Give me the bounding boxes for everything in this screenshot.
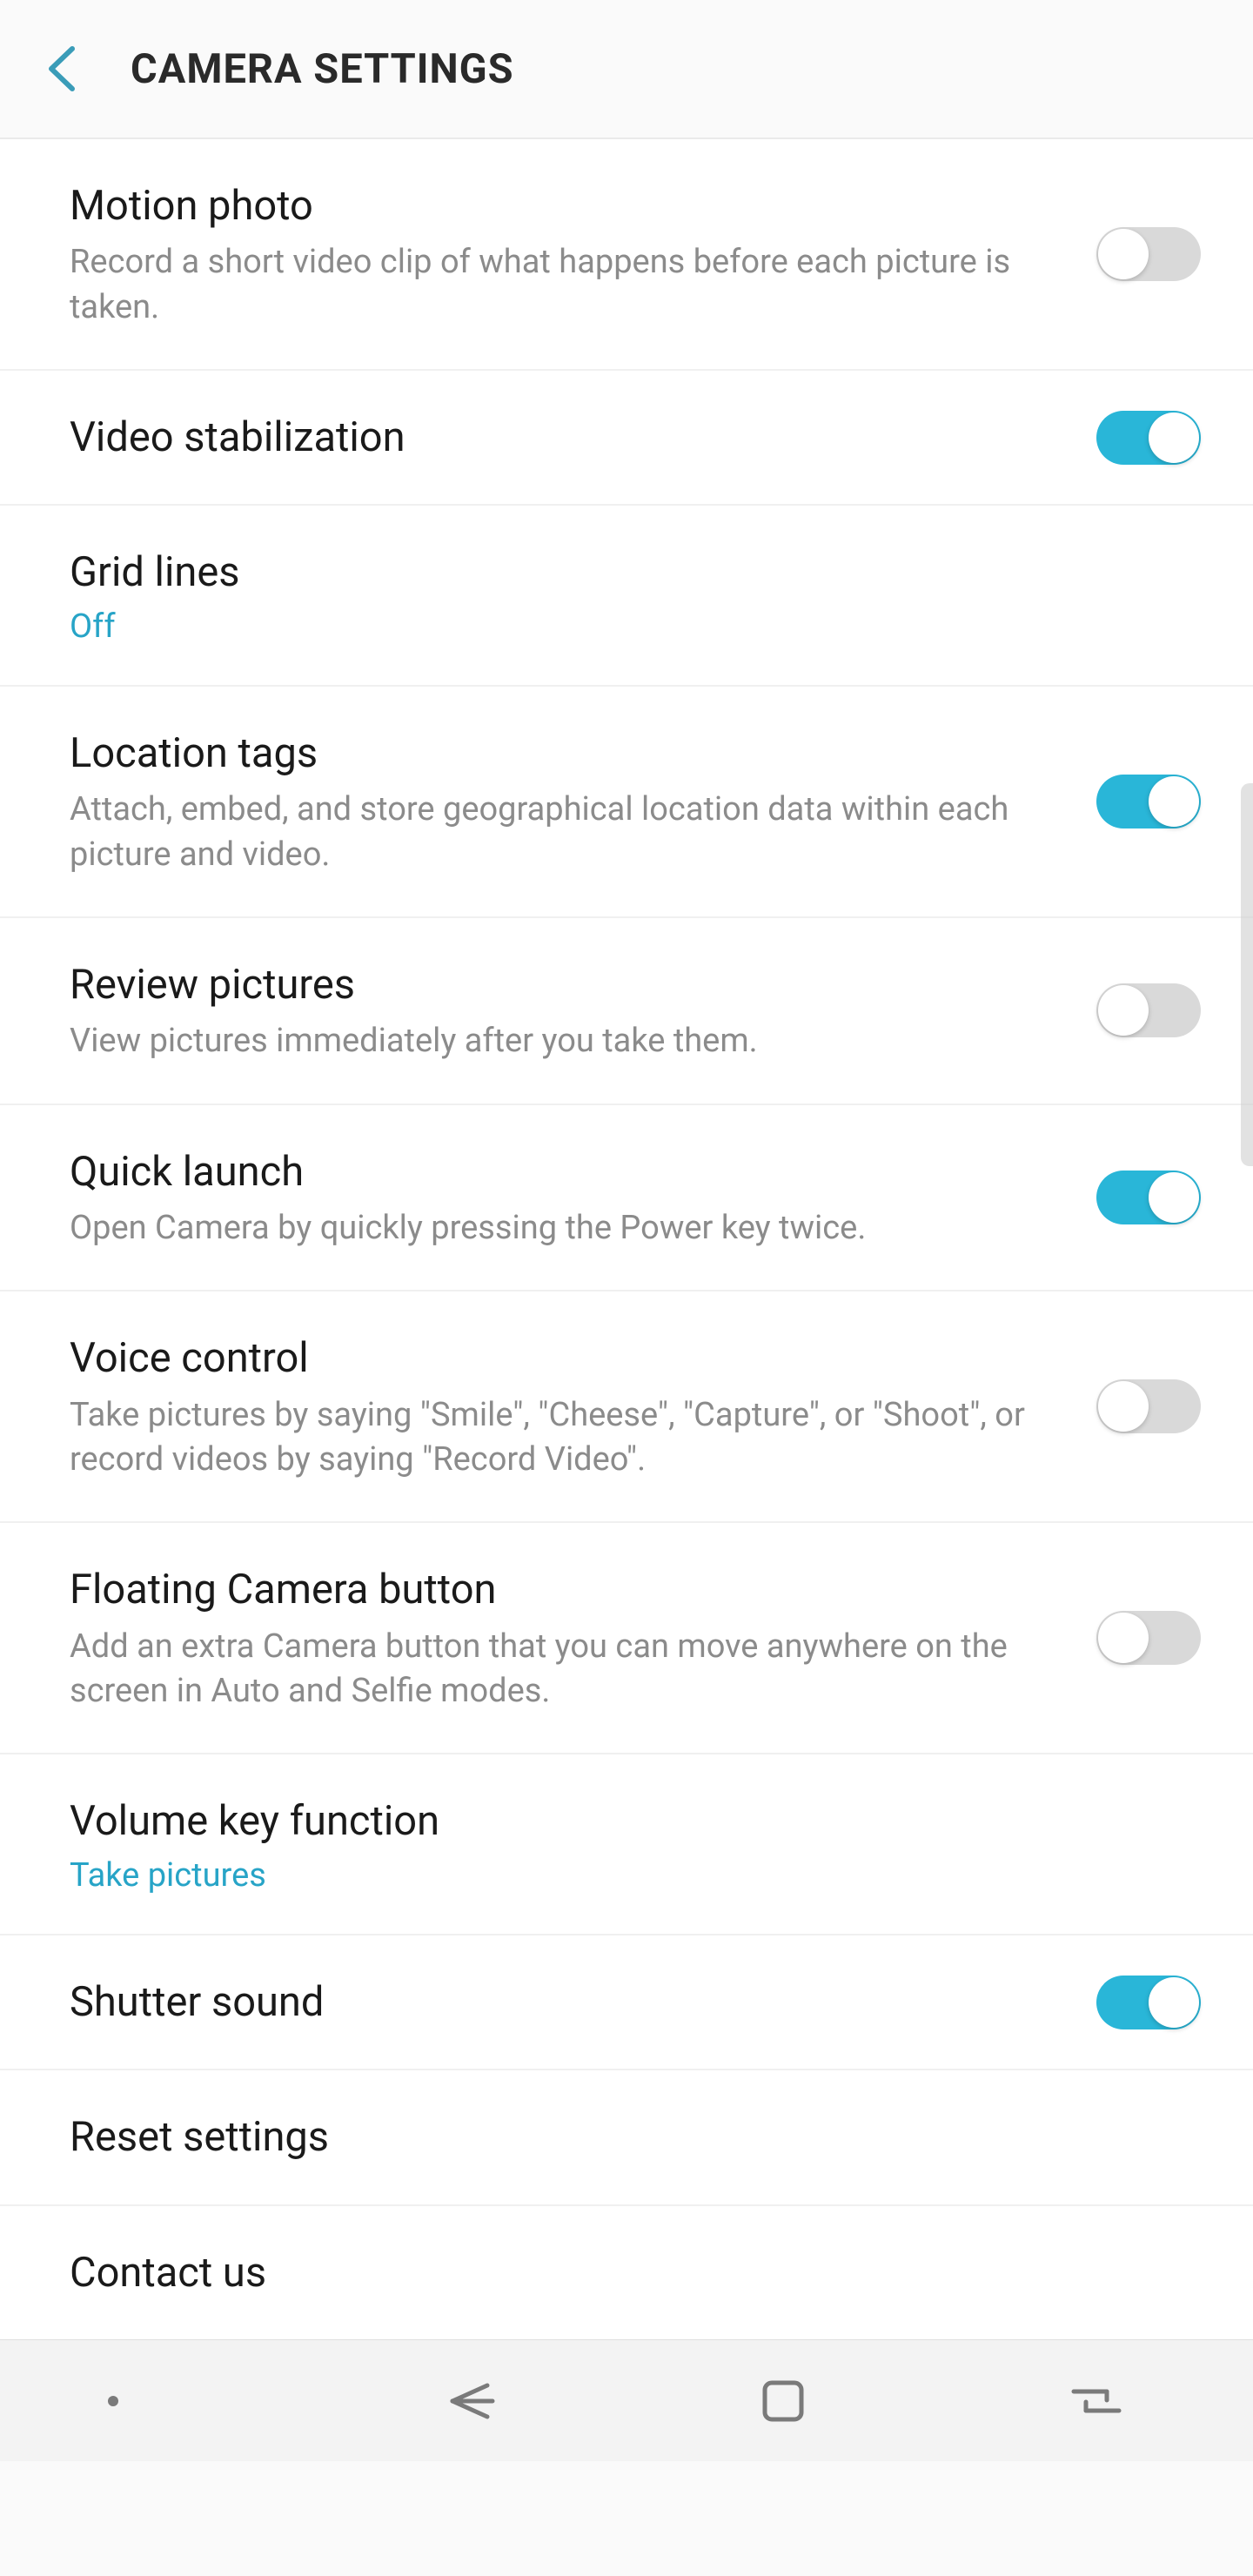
row-title: Reset settings [70,2110,1166,2164]
row-text: Reset settings [70,2110,1201,2164]
row-title: Review pictures [70,957,1062,1012]
setting-motion-photo[interactable]: Motion photo Record a short video clip o… [0,139,1253,371]
setting-voice-control[interactable]: Voice control Take pictures by saying "S… [0,1291,1253,1523]
setting-quick-launch[interactable]: Quick launch Open Camera by quickly pres… [0,1105,1253,1292]
row-title: Voice control [70,1331,1062,1385]
row-title: Location tags [70,726,1062,781]
row-desc: View pictures immediately after you take… [70,1019,1062,1063]
toggle-quick-launch[interactable] [1096,1171,1201,1224]
row-desc: Add an extra Camera button that you can … [70,1625,1062,1714]
row-text: Location tags Attach, embed, and store g… [70,726,1096,877]
nav-home-button[interactable] [626,2340,940,2461]
row-text: Video stabilization [70,410,1096,465]
row-title: Motion photo [70,178,1062,233]
setting-floating-camera-button[interactable]: Floating Camera button Add an extra Came… [0,1523,1253,1754]
toggle-floating-camera-button[interactable] [1096,1611,1201,1665]
setting-reset-settings[interactable]: Reset settings [0,2070,1253,2205]
page-title: CAMERA SETTINGS [131,45,514,93]
row-text: Review pictures View pictures immediatel… [70,957,1096,1064]
setting-shutter-sound[interactable]: Shutter sound [0,1935,1253,2070]
setting-location-tags[interactable]: Location tags Attach, embed, and store g… [0,687,1253,918]
nav-dot [0,2340,313,2461]
toggle-review-pictures[interactable] [1096,983,1201,1037]
toggle-shutter-sound[interactable] [1096,1976,1201,2029]
setting-review-pictures[interactable]: Review pictures View pictures immediatel… [0,918,1253,1105]
row-title: Volume key function [70,1794,1166,1848]
row-title: Quick launch [70,1144,1062,1199]
toggle-video-stabilization[interactable] [1096,411,1201,465]
setting-contact-us[interactable]: Contact us [0,2206,1253,2339]
toggle-motion-photo[interactable] [1096,227,1201,281]
row-title: Shutter sound [70,1975,1062,2029]
toggle-voice-control[interactable] [1096,1379,1201,1433]
row-text: Contact us [70,2245,1201,2300]
row-text: Shutter sound [70,1975,1096,2029]
row-desc: Record a short video clip of what happen… [70,240,1062,330]
settings-list: Motion photo Record a short video clip o… [0,139,1253,2339]
row-text: Grid lines Off [70,545,1201,645]
toggle-location-tags[interactable] [1096,775,1201,828]
setting-video-stabilization[interactable]: Video stabilization [0,371,1253,506]
row-title: Contact us [70,2245,1166,2300]
row-title: Grid lines [70,545,1166,600]
setting-volume-key-function[interactable]: Volume key function Take pictures [0,1754,1253,1935]
row-desc: Open Camera by quickly pressing the Powe… [70,1206,1062,1251]
row-value: Off [70,607,1166,646]
nav-recent-button[interactable] [940,2340,1253,2461]
system-navbar [0,2339,1253,2461]
app-header: CAMERA SETTINGS [0,0,1253,139]
row-text: Floating Camera button Add an extra Came… [70,1562,1096,1714]
row-text: Motion photo Record a short video clip o… [70,178,1096,330]
setting-grid-lines[interactable]: Grid lines Off [0,506,1253,686]
row-title: Floating Camera button [70,1562,1062,1617]
back-icon[interactable] [44,45,78,93]
row-text: Voice control Take pictures by saying "S… [70,1331,1096,1482]
row-desc: Attach, embed, and store geographical lo… [70,788,1062,877]
row-value: Take pictures [70,1856,1166,1895]
scroll-handle[interactable] [1241,783,1253,1166]
row-text: Volume key function Take pictures [70,1794,1201,1894]
row-title: Video stabilization [70,410,1062,465]
nav-back-button[interactable] [313,2340,626,2461]
row-desc: Take pictures by saying "Smile", "Cheese… [70,1393,1062,1483]
row-text: Quick launch Open Camera by quickly pres… [70,1144,1096,1251]
